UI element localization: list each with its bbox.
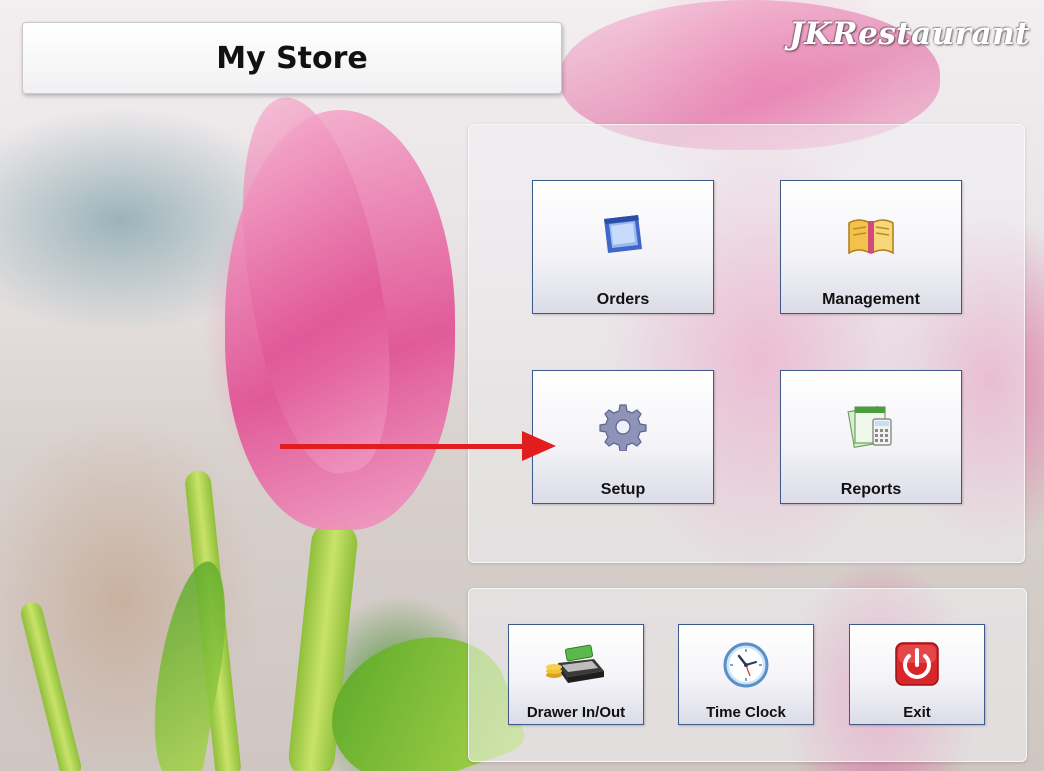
clock-icon [722, 641, 770, 693]
window-icon [600, 213, 646, 261]
exit-label: Exit [903, 704, 931, 721]
tulip-stem [18, 600, 84, 771]
orders-button[interactable]: Orders [532, 180, 714, 314]
brand-logo-text: JKRestaurant [789, 16, 1030, 52]
time-clock-button[interactable]: Time Clock [678, 624, 814, 725]
exit-button[interactable]: Exit [849, 624, 985, 725]
reports-button[interactable]: Reports [780, 370, 962, 504]
orders-label: Orders [596, 291, 650, 308]
power-icon [894, 641, 940, 691]
annotation-arrow-shaft [280, 444, 530, 449]
drawer-in-out-label: Drawer In/Out [526, 704, 626, 721]
app-window: My Store JKRestaurant Orders Management … [0, 0, 1044, 771]
gear-icon [599, 403, 647, 455]
reports-label: Reports [840, 481, 902, 498]
management-label: Management [822, 291, 920, 308]
management-button[interactable]: Management [780, 180, 962, 314]
cash-drawer-icon [544, 641, 608, 689]
store-title-box: My Store [22, 22, 562, 94]
annotation-arrow-head [522, 431, 556, 461]
drawer-in-out-button[interactable]: Drawer In/Out [508, 624, 644, 725]
setup-label: Setup [600, 481, 646, 498]
time-clock-label: Time Clock [706, 704, 786, 721]
setup-button[interactable]: Setup [532, 370, 714, 504]
store-title: My Store [216, 40, 368, 76]
calculator-report-icon [847, 403, 895, 453]
open-book-icon [845, 213, 897, 261]
